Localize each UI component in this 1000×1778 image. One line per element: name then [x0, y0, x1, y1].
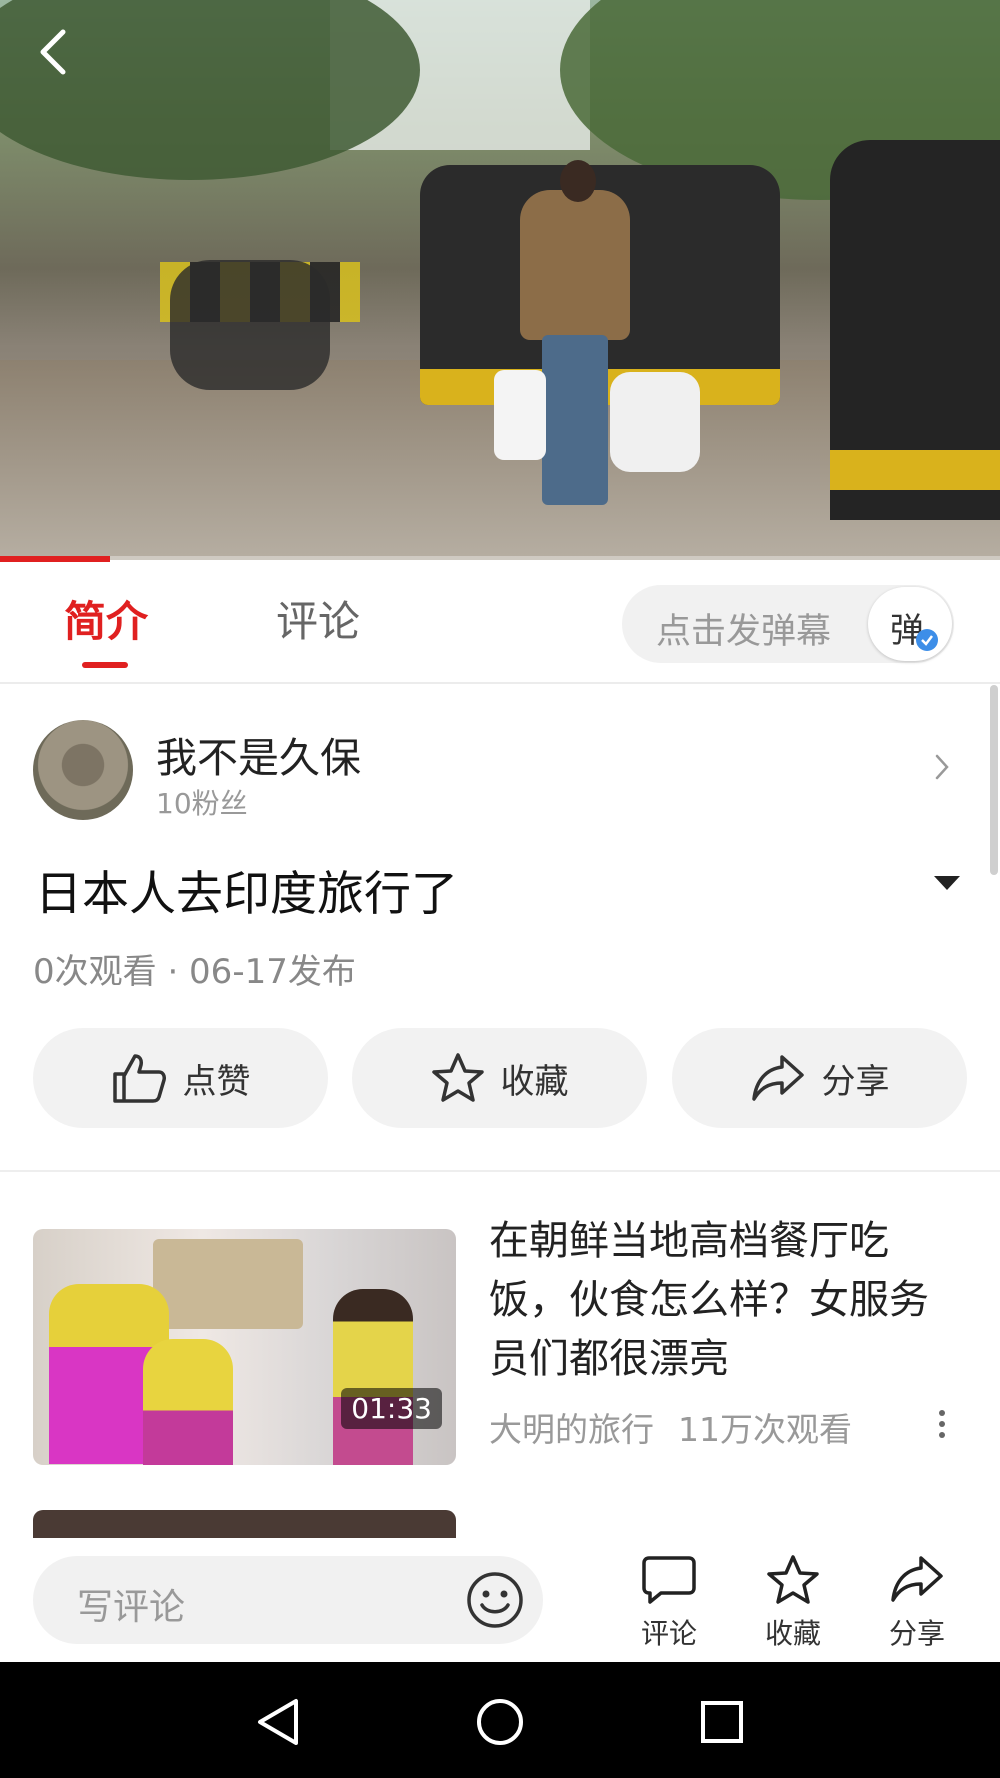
video-meta: 0次观看 · 06-17发布 — [33, 952, 356, 992]
share-arrow-icon — [891, 1556, 943, 1602]
share-label: 分享 — [821, 1061, 890, 1102]
detail-tabs: 简介 评论 点击发弹幕 弹 — [0, 562, 1000, 684]
star-icon — [431, 1053, 484, 1102]
like-button[interactable]: 点赞 — [33, 1028, 328, 1128]
star-icon — [767, 1555, 819, 1604]
bottom-favorite-button[interactable]: 收藏 — [748, 1554, 838, 1652]
check-badge-icon — [916, 629, 938, 651]
video-frame-bag — [610, 372, 700, 472]
author-profile-link[interactable] — [932, 752, 952, 786]
comment-bar: 写评论 评论 收藏 分享 — [0, 1538, 1000, 1662]
tab-comments[interactable]: 评论 — [276, 588, 360, 649]
video-frame-motorbike — [170, 260, 330, 390]
recommended-video-views: 11万次观看 — [678, 1410, 852, 1449]
danmaku-placeholder: 点击发弹幕 — [656, 612, 832, 652]
section-divider — [0, 1170, 1000, 1172]
video-duration-badge: 01:33 — [341, 1388, 442, 1429]
nav-back-button[interactable] — [250, 1694, 306, 1750]
bottom-share-label: 分享 — [888, 1617, 945, 1650]
video-title: 日本人去印度旅行了 — [35, 867, 458, 922]
comment-button[interactable]: 评论 — [624, 1554, 714, 1652]
danmaku-input[interactable]: 点击发弹幕 弹 — [622, 585, 954, 663]
back-arrow-icon — [40, 29, 66, 75]
share-arrow-icon — [751, 1055, 804, 1101]
tab-intro[interactable]: 简介 — [64, 588, 148, 649]
favorite-label: 收藏 — [500, 1061, 569, 1102]
danmaku-toggle[interactable]: 弹 — [868, 587, 952, 661]
comment-input[interactable]: 写评论 — [33, 1556, 543, 1644]
caret-down-icon — [934, 876, 960, 890]
video-frame-rickshaw — [830, 140, 1000, 520]
more-dots-icon — [939, 1410, 945, 1438]
share-button[interactable]: 分享 — [672, 1028, 967, 1128]
video-player[interactable] — [0, 0, 1000, 560]
back-button[interactable] — [22, 22, 82, 82]
nav-recents-button[interactable] — [694, 1694, 750, 1750]
like-label: 点赞 — [182, 1061, 251, 1102]
comment-placeholder: 写评论 — [77, 1587, 186, 1628]
author-fans-count: 10粉丝 — [156, 787, 248, 820]
author-name[interactable]: 我不是久保 — [156, 724, 361, 784]
system-nav-bar — [0, 1662, 1000, 1778]
emoji-button[interactable] — [465, 1570, 525, 1634]
author-avatar[interactable] — [33, 720, 133, 820]
video-frame-bag — [494, 370, 546, 460]
tab-active-indicator — [82, 662, 128, 668]
recommended-video-thumbnail[interactable] — [33, 1510, 456, 1538]
video-frame-person — [520, 160, 630, 520]
recommended-video-thumbnail[interactable]: 01:33 — [33, 1229, 456, 1465]
favorite-button[interactable]: 收藏 — [352, 1028, 647, 1128]
nav-home-button[interactable] — [472, 1694, 528, 1750]
bottom-favorite-label: 收藏 — [764, 1617, 821, 1650]
nav-home-icon — [477, 1699, 523, 1745]
nav-recents-icon — [701, 1701, 743, 1743]
nav-back-icon — [258, 1699, 298, 1745]
comment-button-label: 评论 — [640, 1617, 697, 1650]
more-options-button[interactable] — [934, 1408, 950, 1444]
thumbs-up-icon — [112, 1054, 166, 1103]
recommended-video-author: 大明的旅行 — [489, 1410, 654, 1449]
chevron-right-icon — [935, 754, 949, 780]
action-row: 点赞 收藏 分享 — [33, 1028, 967, 1128]
bottom-share-button[interactable]: 分享 — [872, 1554, 962, 1652]
recommended-video-title[interactable]: 在朝鲜当地高档餐厅吃饭，伙食怎么样？女服务员们都很漂亮 — [489, 1212, 959, 1389]
scrollbar[interactable] — [990, 685, 998, 875]
emoji-icon — [467, 1572, 523, 1628]
comment-bubble-icon — [642, 1556, 696, 1604]
recommended-video-meta: 大明的旅行 11万次观看 — [489, 1403, 852, 1451]
expand-description-button[interactable] — [932, 874, 962, 896]
